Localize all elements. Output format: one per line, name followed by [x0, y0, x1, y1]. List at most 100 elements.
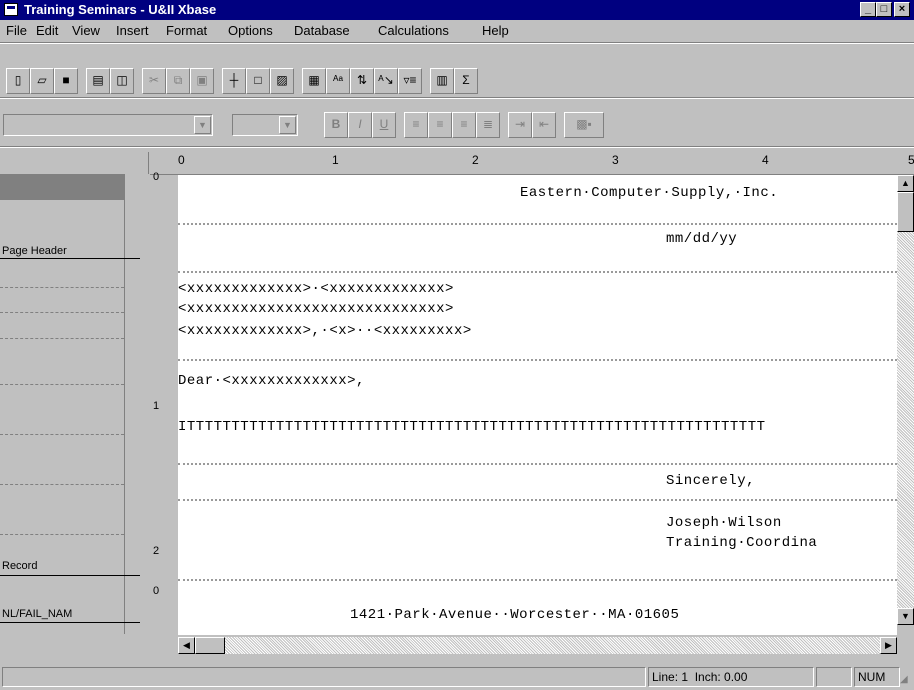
app-icon[interactable]	[4, 3, 18, 16]
scroll-down-button[interactable]: ▼	[897, 608, 914, 625]
menu-options[interactable]: Options	[228, 23, 273, 38]
line-icon: ┼	[229, 73, 239, 87]
grid-dots	[178, 463, 897, 465]
save-button[interactable]: ■	[54, 68, 78, 94]
field-button[interactable]: ᴬᵃ	[326, 68, 350, 94]
table-button[interactable]: ▦	[302, 68, 326, 94]
align-center-button[interactable]: ≡	[428, 112, 452, 138]
open-button[interactable]: ▱	[30, 68, 54, 94]
print-icon: ▤	[92, 73, 104, 87]
bold-button[interactable]: B	[324, 112, 348, 138]
print-button[interactable]: ▤	[86, 68, 110, 94]
sort-icon: ⇅	[356, 73, 368, 87]
cut-icon: ✂	[148, 73, 160, 87]
indent-icon: ⇥	[514, 117, 526, 131]
chevron-down-icon[interactable]: ▼	[279, 116, 296, 134]
arrow-right-icon: ▶	[885, 640, 892, 650]
justify-button[interactable]: ≣	[476, 112, 500, 138]
abc-button[interactable]: ᴬ↘	[374, 68, 398, 94]
band-guide	[0, 534, 124, 535]
print-preview-button[interactable]: ◫	[110, 68, 134, 94]
calculator-icon: ▥	[436, 73, 448, 87]
align-right-button[interactable]: ≡	[452, 112, 476, 138]
filter-button[interactable]: ▿≡	[398, 68, 422, 94]
scroll-thumb[interactable]	[897, 192, 914, 232]
menu-calculations[interactable]: Calculations	[378, 23, 449, 38]
minimize-button[interactable]: _	[860, 2, 876, 17]
menu-separator	[0, 42, 914, 44]
grid-dots	[178, 223, 897, 225]
indent-button[interactable]: ⇥	[508, 112, 532, 138]
salutation-field[interactable]: Dear·<xxxxxxxxxxxxx>,	[178, 373, 365, 389]
copy-button[interactable]: ⧉	[166, 68, 190, 94]
align-center-icon: ≡	[436, 117, 444, 131]
new-button[interactable]: ▯	[6, 68, 30, 94]
vertical-scrollbar[interactable]: ▲ ▼	[897, 175, 914, 625]
band-panel: Page Header Record NL/FAIL_NAM	[0, 152, 149, 634]
menu-view[interactable]: View	[72, 23, 100, 38]
status-num: NUM	[854, 667, 900, 687]
filter-icon: ▿≡	[403, 73, 417, 87]
chevron-down-icon[interactable]: ▼	[194, 116, 211, 134]
resize-grip-icon[interactable]: ◢	[900, 674, 908, 685]
address-line-2[interactable]: <xxxxxxxxxxxxxxxxxxxxxxxxxxxxx>	[178, 301, 454, 317]
maximize-button[interactable]: □	[876, 2, 892, 17]
outdent-button[interactable]: ⇤	[532, 112, 556, 138]
menu-insert[interactable]: Insert	[116, 23, 149, 38]
body-text-field[interactable]: ITTTTTTTTTTTTTTTTTTTTTTTTTTTTTTTTTTTTTTT…	[178, 419, 897, 435]
company-name-field[interactable]: Eastern·Computer·Supply,·Inc.	[520, 185, 778, 201]
size-combo[interactable]: ▼	[232, 114, 298, 136]
menu-edit[interactable]: Edit	[36, 23, 58, 38]
underline-button[interactable]: U	[372, 112, 396, 138]
hscroll-thumb[interactable]	[195, 637, 225, 654]
status-position: Line: 1 Inch: 0.00	[648, 667, 814, 687]
ruler-label: 1	[153, 400, 160, 412]
address-line-1[interactable]: <xxxxxxxxxxxxx>·<xxxxxxxxxxxxx>	[178, 281, 454, 297]
calculator-button[interactable]: ▥	[430, 68, 454, 94]
signer-name-field[interactable]: Joseph·Wilson	[666, 515, 782, 531]
status-line: Line: 1	[652, 670, 689, 684]
ruler-label: 5	[908, 153, 914, 167]
sum-button[interactable]: Σ	[454, 68, 478, 94]
picture-button[interactable]: ▨	[270, 68, 294, 94]
closing-field[interactable]: Sincerely,	[666, 473, 755, 489]
band-divider	[0, 622, 140, 623]
band-label-field[interactable]: NL/FAIL_NAM	[2, 608, 72, 620]
report-canvas[interactable]: Eastern·Computer·Supply,·Inc. mm/dd/yy <…	[178, 175, 897, 635]
font-combo[interactable]: ▼	[3, 114, 213, 136]
band-guide	[0, 434, 124, 435]
band-label-page-header[interactable]: Page Header	[2, 245, 67, 257]
menu-database[interactable]: Database	[294, 23, 350, 38]
print-preview-icon: ◫	[116, 73, 128, 87]
band-guide	[0, 384, 124, 385]
signer-title-field[interactable]: Training·Coordina	[666, 535, 817, 551]
vertical-ruler[interactable]: 0 1 2 0	[150, 171, 178, 637]
paste-button[interactable]: ▣	[190, 68, 214, 94]
window-title: Training Seminars - U&II Xbase	[24, 2, 217, 17]
outdent-icon: ⇤	[538, 117, 550, 131]
menu-file[interactable]: File	[6, 23, 27, 38]
scroll-up-button[interactable]: ▲	[897, 175, 914, 192]
address-line-3[interactable]: <xxxxxxxxxxxxx>,·<x>··<xxxxxxxxx>	[178, 323, 472, 339]
band-selector[interactable]	[0, 174, 124, 200]
menu-help[interactable]: Help	[482, 23, 509, 38]
italic-button[interactable]: I	[348, 112, 372, 138]
align-left-button[interactable]: ≡	[404, 112, 428, 138]
date-field[interactable]: mm/dd/yy	[666, 231, 737, 247]
toolbar-separator	[0, 97, 914, 99]
grid-dots	[178, 499, 897, 501]
box-button[interactable]: □	[246, 68, 270, 94]
footer-address-field[interactable]: 1421·Park·Avenue··Worcester··MA·01605	[350, 607, 679, 623]
horizontal-ruler[interactable]: 0 1 2 3 4 5	[150, 152, 914, 175]
scroll-left-button[interactable]: ◀	[178, 637, 195, 654]
toolbar2-separator	[0, 146, 914, 148]
horizontal-scrollbar[interactable]: ◀ ▶	[178, 637, 897, 654]
scroll-right-button[interactable]: ▶	[880, 637, 897, 654]
band-label-record[interactable]: Record	[2, 560, 37, 572]
line-button[interactable]: ┼	[222, 68, 246, 94]
close-button[interactable]: ×	[894, 2, 910, 17]
menu-format[interactable]: Format	[166, 23, 207, 38]
color-button[interactable]: ▩▪	[564, 112, 604, 138]
cut-button[interactable]: ✂	[142, 68, 166, 94]
sort-button[interactable]: ⇅	[350, 68, 374, 94]
